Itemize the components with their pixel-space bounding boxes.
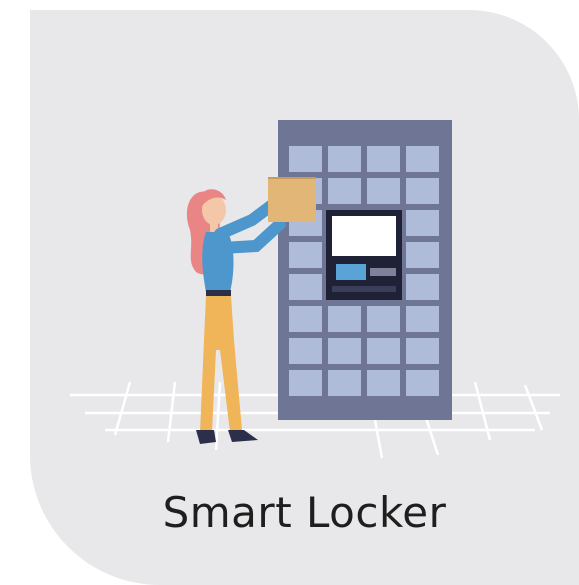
locker-icon [278, 120, 452, 420]
person-icon [186, 189, 286, 444]
smart-locker-card[interactable]: Smart Locker [30, 10, 579, 585]
caption-title: Smart Locker [162, 488, 447, 537]
package-icon [268, 177, 316, 222]
